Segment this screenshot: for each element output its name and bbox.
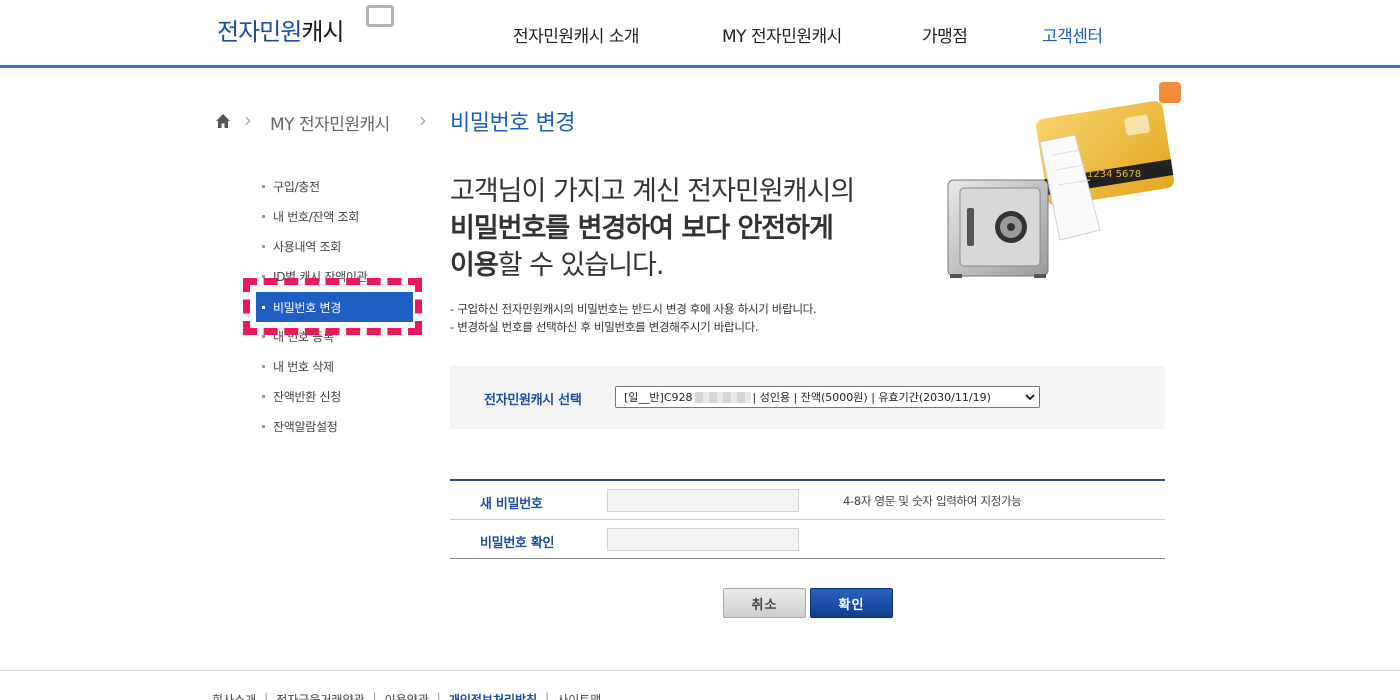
- cash-select-panel: 전자민원캐시 선택 [일__반]C928 | 성인용 | 잔액(5000원) |…: [450, 366, 1165, 429]
- sidebar-item-label: 내 번호 등록: [273, 329, 334, 344]
- sidebar-item-refund[interactable]: 잔액반환 신청: [262, 382, 412, 410]
- divider: |: [545, 691, 550, 700]
- intro-headline: 고객님이 가지고 계신 전자민원캐시의 비밀번호를 변경하여 보다 안전하게 이…: [450, 173, 890, 284]
- headline-line3: 이용할 수 있습니다.: [450, 250, 664, 281]
- site-logo[interactable]: 전자민원캐시: [217, 12, 345, 47]
- notice-text: - 구입하신 전자민원캐시의 비밀번호는 반드시 변경 후에 사용 하시기 바랍…: [450, 300, 817, 336]
- new-password-input[interactable]: [607, 489, 799, 512]
- masked-number: [694, 391, 751, 403]
- footer-link-privacy[interactable]: 개인정보처리방침: [449, 691, 537, 700]
- divider: |: [264, 691, 269, 700]
- confirm-button[interactable]: 확인: [810, 588, 893, 618]
- bullet-icon: [262, 214, 265, 218]
- footer-links: 회사소개 | 전자금융거래약관 | 이용약관 | 개인정보처리방침 | 사이트맵: [212, 691, 601, 700]
- cash-select-label: 전자민원캐시 선택: [484, 393, 582, 408]
- sidebar-item-label: 구입/충전: [273, 179, 320, 194]
- nav-intro[interactable]: 전자민원캐시 소개: [513, 22, 640, 47]
- sidebar-item-alarm[interactable]: 잔액알람설정: [262, 412, 412, 440]
- bullet-icon: [262, 334, 265, 338]
- cash-select-value-prefix: [일__반]C928: [624, 391, 693, 404]
- home-icon[interactable]: [215, 113, 231, 129]
- sidebar-item-label: 비밀번호 변경: [273, 300, 341, 315]
- logo-card-icon: [366, 5, 394, 27]
- bullet-icon: [262, 305, 265, 309]
- bullet-icon: [262, 244, 265, 248]
- site-header: 전자민원캐시 전자민원캐시 소개 MY 전자민원캐시 가맹점 고객센터: [0, 0, 1400, 68]
- cash-select-dropdown[interactable]: [일__반]C928 | 성인용 | 잔액(5000원) | 유효기간(2030…: [615, 386, 1040, 408]
- new-password-row: 새 비밀번호 4-8자 영문 및 숫자 입력하여 지정가능: [450, 481, 1165, 520]
- sidebar-item-balance[interactable]: 내 번호/잔액 조회: [262, 202, 412, 230]
- nav-merchants[interactable]: 가맹점: [922, 22, 968, 47]
- bullet-icon: [262, 274, 265, 278]
- bullet-icon: [262, 364, 265, 368]
- new-password-hint: 4-8자 영문 및 숫자 입력하여 지정가능: [843, 494, 1022, 508]
- footer-link-about[interactable]: 회사소개: [212, 691, 256, 700]
- divider: |: [436, 691, 441, 700]
- footer-link-sitemap[interactable]: 사이트맵: [557, 691, 601, 700]
- logo-sub-text: 캐시: [301, 18, 344, 46]
- safe-card-illustration: 1234 5678: [947, 82, 1181, 278]
- divider: |: [372, 691, 377, 700]
- sidebar-item-label: 내 번호 삭제: [273, 359, 334, 374]
- confirm-password-label: 비밀번호 확인: [480, 536, 555, 551]
- sidebar-item-purchase[interactable]: 구입/충전: [262, 172, 412, 200]
- cancel-button[interactable]: 취소: [723, 588, 806, 618]
- sidebar-item-label: 잔액반환 신청: [273, 389, 341, 404]
- headline-line2: 비밀번호를 변경하여 보다 안전하게: [450, 213, 834, 244]
- cash-select-value-suffix: | 성인용 | 잔액(5000원) | 유효기간(2030/11/19): [752, 391, 991, 404]
- sidebar-item-delete[interactable]: 내 번호 삭제: [262, 352, 412, 380]
- breadcrumb-section[interactable]: MY 전자민원캐시: [270, 110, 390, 135]
- confirm-password-input[interactable]: [607, 528, 799, 551]
- card-number-text: 1234 5678: [1087, 169, 1141, 180]
- sidebar-item-label: 잔액알람설정: [273, 419, 338, 434]
- sidebar-item-label: ID별 캐시 잔액이관: [273, 269, 368, 284]
- sidebar-item-register[interactable]: 내 번호 등록: [262, 322, 412, 350]
- page-title: 비밀번호 변경: [450, 111, 575, 136]
- chevron-right-icon: ›: [419, 108, 427, 132]
- nav-my-cash[interactable]: MY 전자민원캐시: [722, 22, 842, 47]
- bullet-icon: [262, 424, 265, 428]
- password-form: 새 비밀번호 4-8자 영문 및 숫자 입력하여 지정가능 비밀번호 확인: [450, 479, 1165, 559]
- nav-customer-center[interactable]: 고객센터: [1042, 22, 1103, 47]
- sidebar-item-history[interactable]: 사용내역 조회: [262, 232, 412, 260]
- sidebar-item-change-password[interactable]: 비밀번호 변경: [256, 292, 413, 322]
- sidebar-item-label: 사용내역 조회: [273, 239, 341, 254]
- notice-line: - 변경하실 번호를 선택하신 후 비밀번호를 변경해주시기 바랍니다.: [450, 320, 759, 334]
- bullet-icon: [262, 394, 265, 398]
- footer-link-terms[interactable]: 이용약관: [385, 691, 429, 700]
- logo-main-text: 전자민원: [217, 18, 302, 46]
- chevron-right-icon: ›: [244, 108, 252, 132]
- footer-link-terms-finance[interactable]: 전자금융거래약관: [276, 691, 364, 700]
- site-footer: 회사소개 | 전자금융거래약관 | 이용약관 | 개인정보처리방침 | 사이트맵: [0, 670, 1400, 700]
- new-password-label: 새 비밀번호: [480, 497, 543, 512]
- sidebar-item-label: 내 번호/잔액 조회: [273, 209, 359, 224]
- chevron-down-icon: [1025, 394, 1035, 401]
- bullet-icon: [262, 184, 265, 188]
- confirm-password-row: 비밀번호 확인: [450, 520, 1165, 559]
- notice-line: - 구입하신 전자민원캐시의 비밀번호는 반드시 변경 후에 사용 하시기 바랍…: [450, 302, 817, 316]
- headline-line1: 고객님이 가지고 계신 전자민원캐시의: [450, 176, 855, 207]
- sidebar-item-transfer[interactable]: ID별 캐시 잔액이관: [262, 262, 412, 290]
